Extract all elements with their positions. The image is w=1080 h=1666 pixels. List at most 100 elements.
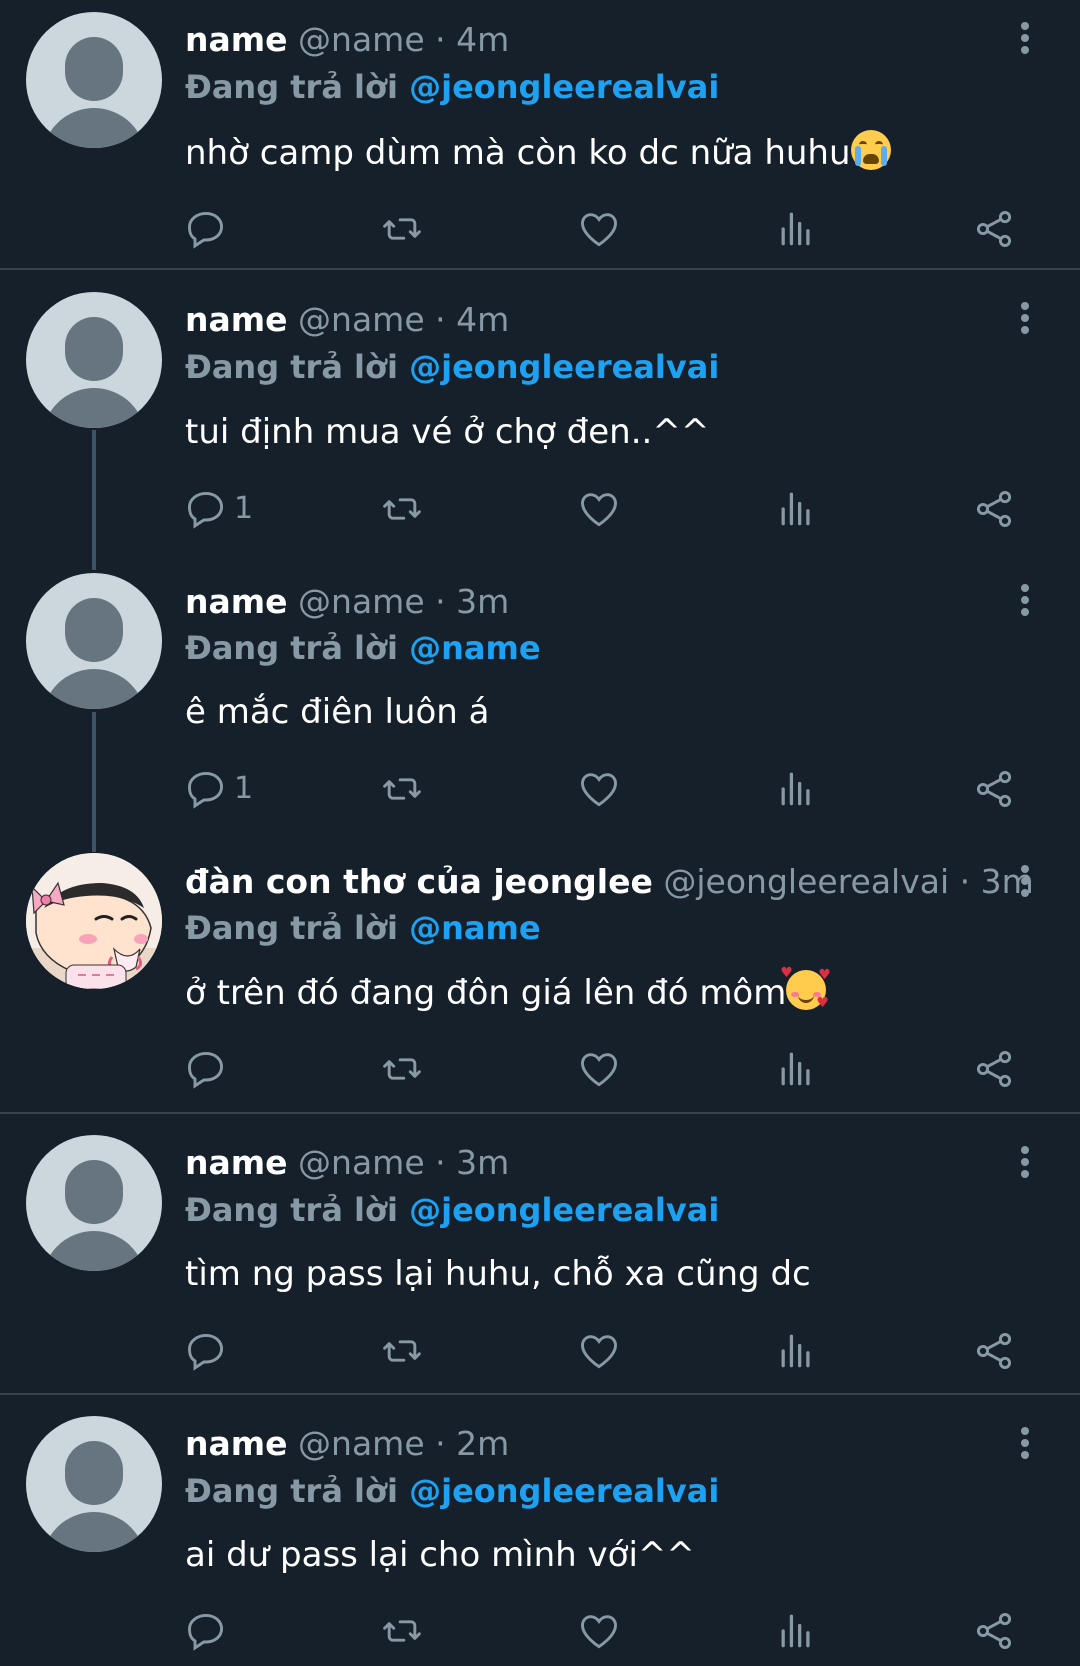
retweet-icon [383, 1058, 421, 1080]
tweet-text: tui định mua vé ở chợ đen..^^ [185, 410, 709, 454]
user-handle[interactable]: @name [298, 1424, 425, 1463]
like-icon [581, 1615, 617, 1649]
like-button[interactable] [577, 765, 621, 813]
share-button[interactable] [972, 1045, 1016, 1093]
tweet-header: name @name · 2m [185, 1424, 509, 1464]
tweet-actions: 1 [0, 765, 1080, 813]
more-vertical-icon[interactable] [1014, 861, 1036, 901]
retweet-button[interactable] [380, 205, 424, 253]
reply-button[interactable] [184, 205, 228, 253]
more-vertical-icon[interactable] [1014, 298, 1036, 338]
share-button[interactable] [972, 1327, 1016, 1375]
replying-to: Đang trả lời @name [185, 908, 541, 948]
reply-icon [188, 211, 224, 249]
retweet-icon [383, 218, 421, 240]
more-vertical-icon[interactable] [1014, 18, 1036, 58]
meta-separator: · [424, 1143, 457, 1182]
like-icon [581, 493, 617, 527]
replying-to-handle[interactable]: @name [409, 909, 540, 947]
reply-button[interactable] [184, 1607, 228, 1655]
tweet-header: name @name · 4m [185, 300, 509, 340]
timestamp[interactable]: 4m [456, 300, 509, 339]
share-icon [976, 771, 1012, 807]
views-icon [781, 1052, 810, 1086]
reply-button[interactable]: 1 [184, 765, 253, 813]
tweet-body: ở trên đó đang đôn giá lên đó môm [185, 973, 787, 1013]
avatar[interactable] [26, 1135, 162, 1271]
retweet-button[interactable] [380, 1607, 424, 1655]
views-button[interactable] [774, 765, 818, 813]
tweet-body: nhờ camp dùm mà còn ko dc nữa huhu [185, 133, 851, 173]
reply-button[interactable] [184, 1045, 228, 1093]
replying-to-handle[interactable]: @jeongleerealvai [409, 1191, 719, 1229]
display-name[interactable]: name [185, 1424, 288, 1463]
replying-to-handle[interactable]: @name [409, 629, 540, 667]
tweet-text: ai dư pass lại cho mình với^^ [185, 1533, 695, 1577]
user-handle[interactable]: @name [298, 300, 425, 339]
replying-to: Đang trả lời @name [185, 628, 541, 668]
reply-button[interactable]: 1 [184, 485, 253, 533]
more-vertical-icon[interactable] [1014, 580, 1036, 620]
avatar[interactable] [26, 573, 162, 709]
views-button[interactable] [774, 1327, 818, 1375]
user-handle[interactable]: @name [298, 582, 425, 621]
tweet-actions [0, 205, 1080, 253]
views-button[interactable] [774, 205, 818, 253]
tweet-text: ở trên đó đang đôn giá lên đó môm ♥ ♥ ♥ [185, 965, 831, 1014]
timestamp[interactable]: 2m [456, 1424, 509, 1463]
replying-to-handle[interactable]: @jeongleerealvai [409, 348, 719, 386]
like-button[interactable] [577, 1607, 621, 1655]
more-vertical-icon[interactable] [1014, 1423, 1036, 1463]
share-button[interactable] [972, 485, 1016, 533]
retweet-button[interactable] [380, 765, 424, 813]
tweet-header: name @name · 3m [185, 582, 509, 622]
retweet-icon [383, 778, 421, 800]
like-icon [581, 1335, 617, 1369]
tweet-header: name @name · 3m [185, 1143, 509, 1183]
user-handle[interactable]: @name [298, 1143, 425, 1182]
retweet-button[interactable] [380, 1327, 424, 1375]
replying-to: Đang trả lời @jeongleerealvai [185, 347, 719, 387]
views-icon [781, 1334, 810, 1368]
retweet-button[interactable] [380, 1045, 424, 1093]
more-vertical-icon[interactable] [1014, 1142, 1036, 1182]
like-button[interactable] [577, 485, 621, 533]
views-button[interactable] [774, 485, 818, 533]
display-name[interactable]: name [185, 20, 288, 59]
reply-icon [188, 1051, 224, 1089]
retweet-button[interactable] [380, 485, 424, 533]
display-name[interactable]: đàn con thơ của jeonglee [185, 862, 653, 901]
views-button[interactable] [774, 1045, 818, 1093]
avatar[interactable] [26, 1416, 162, 1552]
avatar[interactable] [26, 12, 162, 148]
share-button[interactable] [972, 1607, 1016, 1655]
tweet-actions [0, 1327, 1080, 1375]
share-icon [976, 211, 1012, 247]
timestamp[interactable]: 3m [456, 1143, 509, 1182]
replying-to-label: Đang trả lời [185, 1191, 398, 1229]
views-button[interactable] [774, 1607, 818, 1655]
display-name[interactable]: name [185, 1143, 288, 1182]
timestamp[interactable]: 4m [456, 20, 509, 59]
like-button[interactable] [577, 1045, 621, 1093]
avatar[interactable] [26, 292, 162, 428]
timestamp[interactable]: 3m [456, 582, 509, 621]
like-button[interactable] [577, 1327, 621, 1375]
user-handle[interactable]: @jeongleerealvai [663, 862, 949, 901]
replying-to-handle[interactable]: @jeongleerealvai [409, 68, 719, 106]
tweet-text: ê mắc điên luôn á [185, 690, 489, 734]
like-icon [581, 213, 617, 247]
reply-button[interactable] [184, 1327, 228, 1375]
replying-to-handle[interactable]: @jeongleerealvai [409, 1472, 719, 1510]
share-button[interactable] [972, 205, 1016, 253]
reply-icon [188, 491, 224, 529]
avatar[interactable] [26, 853, 162, 989]
like-icon [581, 773, 617, 807]
display-name[interactable]: name [185, 300, 288, 339]
like-button[interactable] [577, 205, 621, 253]
retweet-icon [383, 1620, 421, 1642]
smiling-face-with-hearts-icon: ♥ ♥ ♥ [780, 965, 831, 1011]
display-name[interactable]: name [185, 582, 288, 621]
user-handle[interactable]: @name [298, 20, 425, 59]
share-button[interactable] [972, 765, 1016, 813]
